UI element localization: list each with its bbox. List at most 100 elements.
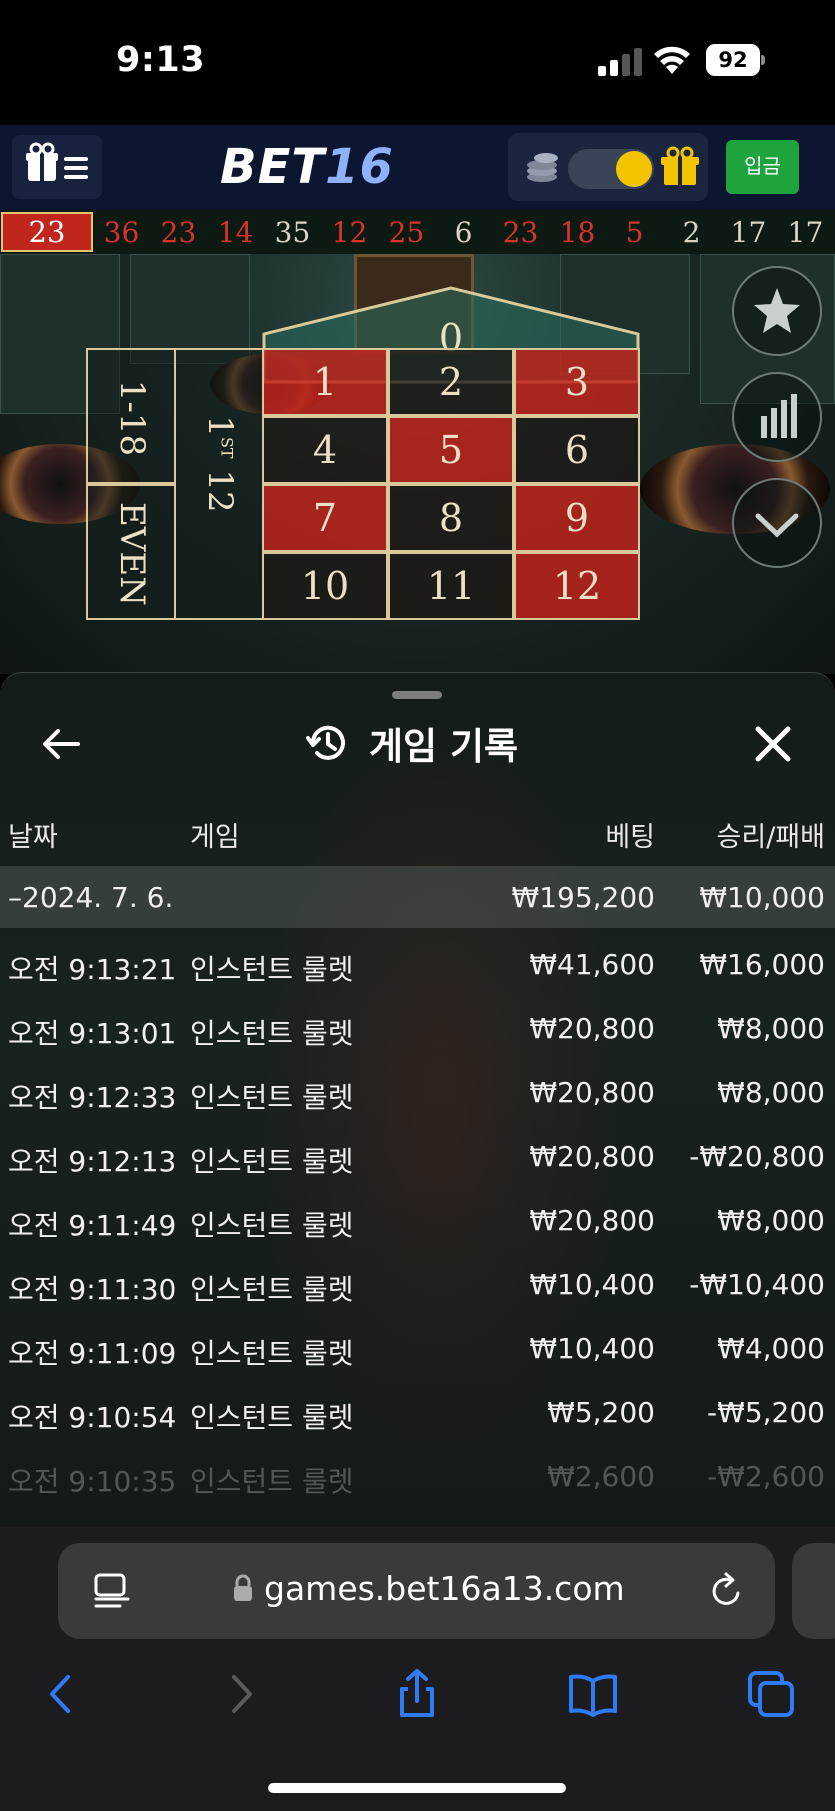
coins-icon[interactable]: [522, 147, 562, 187]
result-item: 35: [274, 215, 311, 249]
bet-1st-12[interactable]: 1ST 12: [174, 348, 264, 620]
deposit-button[interactable]: 입금: [726, 140, 799, 194]
history-row[interactable]: 오전 9:10:35 인스턴트 룰렛 ₩2,600 -₩2,600: [0, 1440, 835, 1504]
row-time: 오전 9:10:54: [8, 1401, 177, 1434]
row-result: ₩8,000: [717, 1076, 825, 1109]
collapse-button[interactable]: [732, 478, 822, 568]
result-item: 25: [388, 215, 425, 249]
current-result: 23: [1, 212, 93, 252]
result-item: 23: [160, 215, 197, 249]
bet16-logo[interactable]: BET16: [220, 139, 394, 195]
toggle-knob: [616, 151, 652, 187]
row-game: 인스턴트 룰렛: [190, 1273, 354, 1306]
favorite-button[interactable]: [732, 266, 822, 356]
menu-button[interactable]: [12, 135, 102, 199]
bet-even[interactable]: EVEN: [86, 484, 176, 620]
next-tab-pill[interactable]: [792, 1543, 835, 1639]
sheet-title: 게임 기록: [369, 725, 519, 768]
bookmarks-icon[interactable]: [566, 1667, 620, 1721]
row-game: 인스턴트 룰렛: [190, 1145, 354, 1178]
back-icon[interactable]: [34, 1667, 88, 1721]
result-item: 2: [682, 215, 701, 249]
row-time: 오전 9:13:21: [8, 953, 177, 986]
number-cell[interactable]: 3: [514, 348, 640, 416]
history-row[interactable]: 오전 9:10:54 인스턴트 룰렛 ₩5,200 -₩5,200: [0, 1376, 835, 1440]
tabs-icon[interactable]: [744, 1667, 798, 1721]
battery-icon: 92: [706, 44, 765, 76]
history-icon: [306, 725, 345, 760]
result-item: 6: [454, 215, 473, 249]
row-result: ₩16,000: [699, 948, 825, 981]
column-header-date: 날짜: [8, 822, 58, 853]
row-time: 오전 9:10:35: [8, 1465, 177, 1498]
sheet-header: 게임 기록: [305, 715, 518, 771]
close-icon[interactable]: [750, 721, 796, 767]
history-row[interactable]: 오전 9:13:01 인스턴트 룰렛 ₩20,800 ₩8,000: [0, 992, 835, 1056]
row-game: 인스턴트 룰렛: [190, 1017, 354, 1050]
day-date: –2024. 7. 6.: [8, 881, 174, 914]
day-summary-row[interactable]: –2024. 7. 6. ₩195,200 ₩10,000: [0, 866, 835, 928]
bar-chart-icon: [761, 394, 797, 438]
bet-1-18-label: 1-18: [112, 379, 152, 457]
wifi-icon: [654, 46, 690, 74]
bet-1-18[interactable]: 1-18: [86, 348, 176, 484]
number-cell[interactable]: 7: [262, 484, 388, 552]
gift-icon[interactable]: [658, 145, 702, 189]
row-bet: ₩20,800: [529, 1076, 655, 1109]
bet-1st-12-label: 1ST 12: [200, 384, 240, 544]
reader-icon[interactable]: [92, 1571, 132, 1611]
number-cell[interactable]: 5: [388, 416, 514, 484]
chevron-down-icon: [755, 513, 799, 538]
history-row[interactable]: 오전 9:12:13 인스턴트 룰렛 ₩20,800 -₩20,800: [0, 1120, 835, 1184]
number-cell[interactable]: 8: [388, 484, 514, 552]
history-row[interactable]: 오전 9:11:09 인스턴트 룰렛 ₩10,400 ₩4,000: [0, 1312, 835, 1376]
back-arrow-icon[interactable]: [38, 721, 84, 767]
history-row[interactable]: 오전 9:13:21 인스턴트 룰렛 ₩41,600 ₩16,000: [0, 928, 835, 992]
number-cell[interactable]: 2: [388, 348, 514, 416]
share-icon[interactable]: [390, 1667, 444, 1721]
row-game: 인스턴트 룰렛: [190, 1465, 354, 1498]
result-item: 23: [502, 215, 539, 249]
row-time: 오전 9:11:30: [8, 1273, 177, 1306]
app-header: BET16 입금: [0, 125, 835, 210]
number-cell[interactable]: 4: [262, 416, 388, 484]
row-game: 인스턴트 룰렛: [190, 1081, 354, 1114]
number-cell[interactable]: 10: [262, 552, 388, 620]
number-cell[interactable]: 1: [262, 348, 388, 416]
row-bet: ₩10,400: [529, 1332, 655, 1365]
row-time: 오전 9:12:33: [8, 1081, 177, 1114]
row-game: 인스턴트 룰렛: [190, 1209, 354, 1242]
row-bet: ₩20,800: [529, 1204, 655, 1237]
battery-level: 92: [706, 44, 760, 76]
statistics-button[interactable]: [732, 372, 822, 462]
game-history-sheet: 게임 기록 날짜 게임 베팅 승리/패배 –2024. 7. 6. ₩195,2…: [0, 672, 835, 1527]
home-indicator[interactable]: [268, 1783, 566, 1793]
number-cell[interactable]: 9: [514, 484, 640, 552]
lock-icon: [234, 1574, 252, 1601]
row-bet: ₩10,400: [529, 1268, 655, 1301]
reload-icon[interactable]: [706, 1571, 746, 1611]
row-bet: ₩20,800: [529, 1140, 655, 1173]
status-bar: 9:13 92: [0, 0, 835, 125]
history-row[interactable]: 오전 9:11:30 인스턴트 룰렛 ₩10,400 -₩10,400: [0, 1248, 835, 1312]
mode-toggle[interactable]: [568, 149, 654, 189]
result-item: 36: [103, 215, 140, 249]
history-row[interactable]: 오전 9:12:33 인스턴트 룰렛 ₩20,800 ₩8,000: [0, 1056, 835, 1120]
number-cell[interactable]: 12: [514, 552, 640, 620]
forward-icon[interactable]: [214, 1667, 268, 1721]
sheet-grabber[interactable]: [392, 691, 442, 699]
row-result: ₩8,000: [717, 1204, 825, 1237]
dozen-val: 12: [200, 469, 240, 513]
number-cell[interactable]: 6: [514, 416, 640, 484]
result-item: 17: [787, 215, 824, 249]
row-result: ₩4,000: [717, 1332, 825, 1365]
row-result: -₩10,400: [689, 1268, 825, 1301]
history-row[interactable]: 오전 9:11:49 인스턴트 룰렛 ₩20,800 ₩8,000: [0, 1184, 835, 1248]
result-item: 14: [217, 215, 254, 249]
address-bar[interactable]: games.bet16a13.com: [58, 1543, 775, 1639]
result-item: 12: [331, 215, 368, 249]
star-icon: [754, 288, 800, 333]
row-time: 오전 9:11:49: [8, 1209, 177, 1242]
number-cell[interactable]: 11: [388, 552, 514, 620]
logo-number: 16: [325, 139, 394, 195]
